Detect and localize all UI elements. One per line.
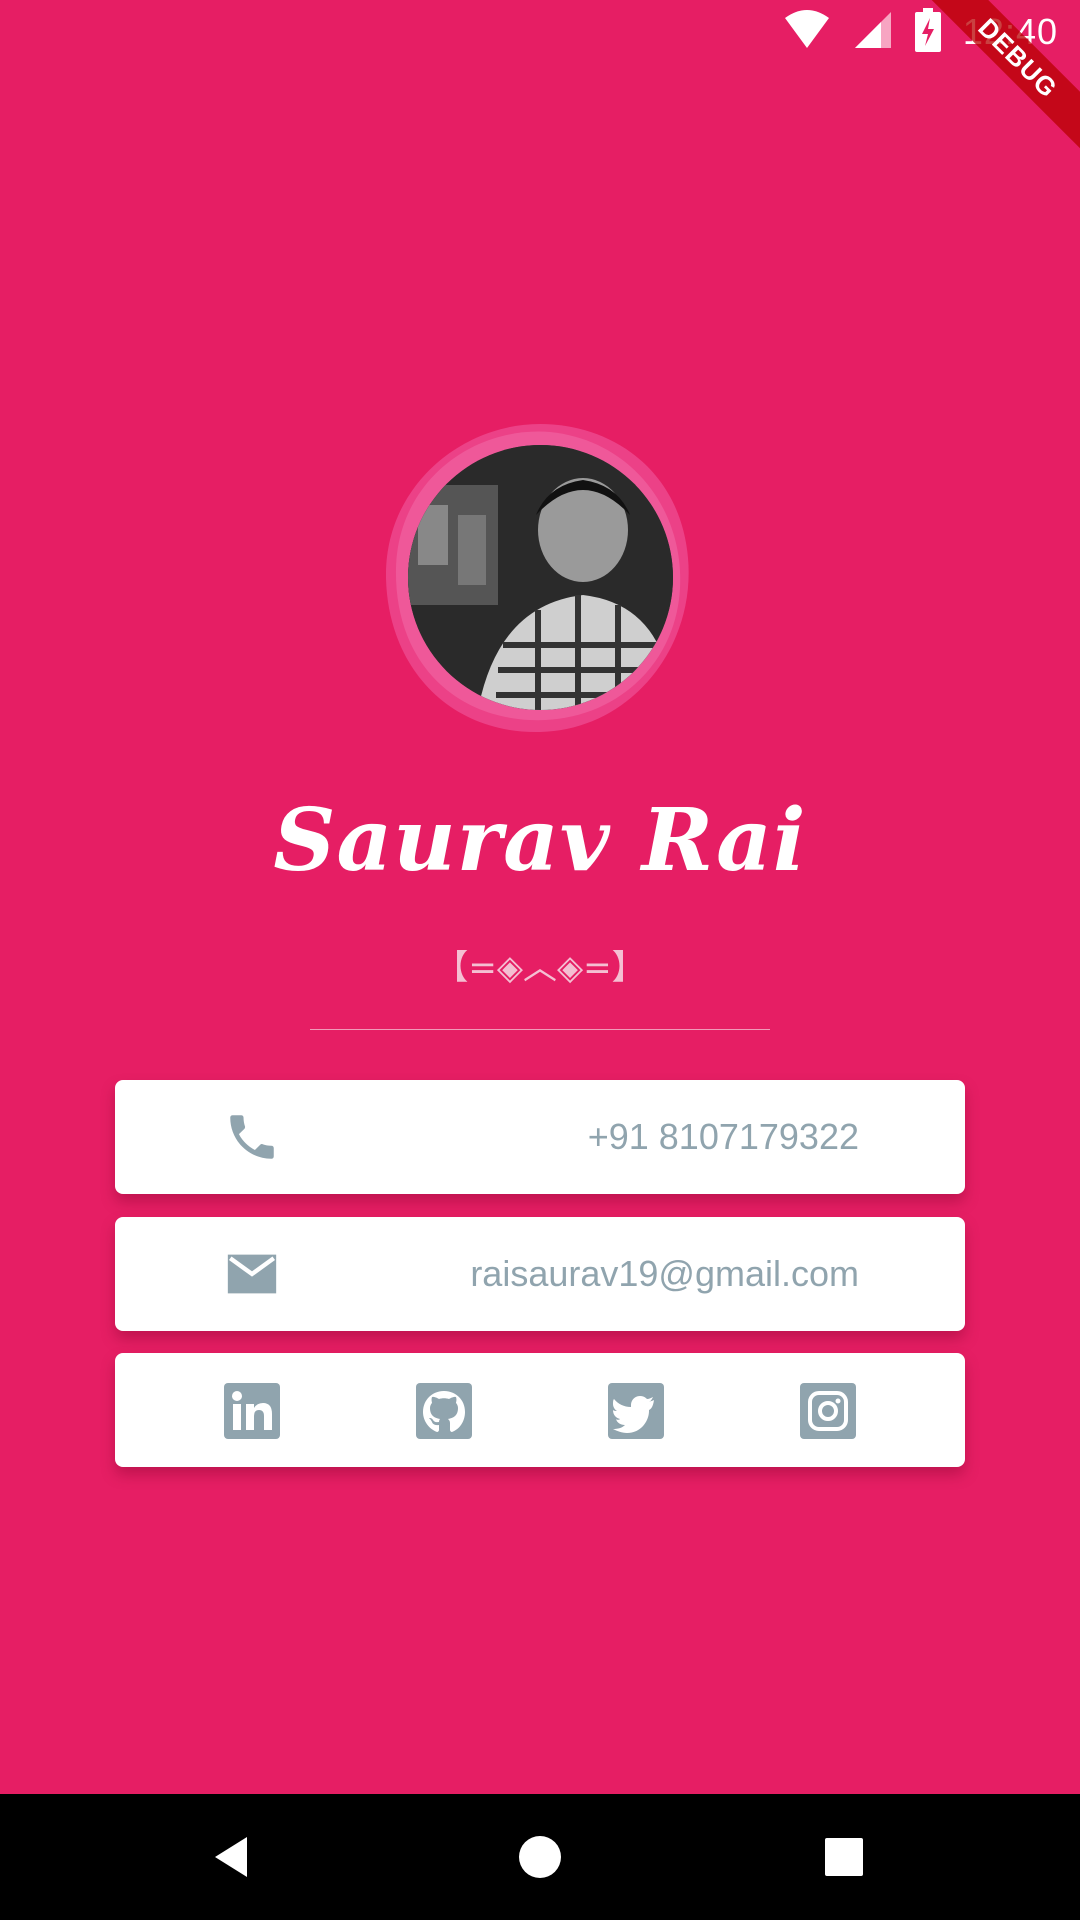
profile-photo — [408, 445, 673, 710]
status-bar: 12:40 — [0, 0, 1080, 63]
github-icon[interactable] — [416, 1383, 472, 1439]
status-time: 12:40 — [962, 11, 1058, 52]
wifi-icon — [783, 9, 831, 55]
linkedin-icon[interactable] — [224, 1383, 280, 1439]
profile-name: Saurav Rai — [273, 790, 807, 891]
battery-charging-icon — [914, 7, 941, 57]
social-card — [115, 1353, 965, 1467]
avatar — [380, 418, 700, 738]
recents-icon[interactable] — [784, 1794, 904, 1920]
twitter-icon[interactable] — [608, 1383, 664, 1439]
instagram-icon[interactable] — [800, 1383, 856, 1439]
divider — [310, 1029, 770, 1030]
profile-tagline: 【=◈︿◈=】 — [434, 948, 646, 988]
signal-icon — [853, 10, 893, 55]
back-icon[interactable] — [175, 1794, 295, 1920]
email-address: raisaurav19@gmail.com — [470, 1253, 859, 1294]
phone-card[interactable]: +91 8107179322 — [115, 1080, 965, 1194]
phone-icon — [223, 1108, 281, 1166]
phone-number: +91 8107179322 — [587, 1116, 859, 1157]
navigation-bar — [0, 1794, 1080, 1920]
mail-icon — [223, 1245, 281, 1303]
email-card[interactable]: raisaurav19@gmail.com — [115, 1217, 965, 1331]
home-icon[interactable] — [480, 1794, 600, 1920]
status-icons: 12:40 — [783, 7, 1058, 57]
